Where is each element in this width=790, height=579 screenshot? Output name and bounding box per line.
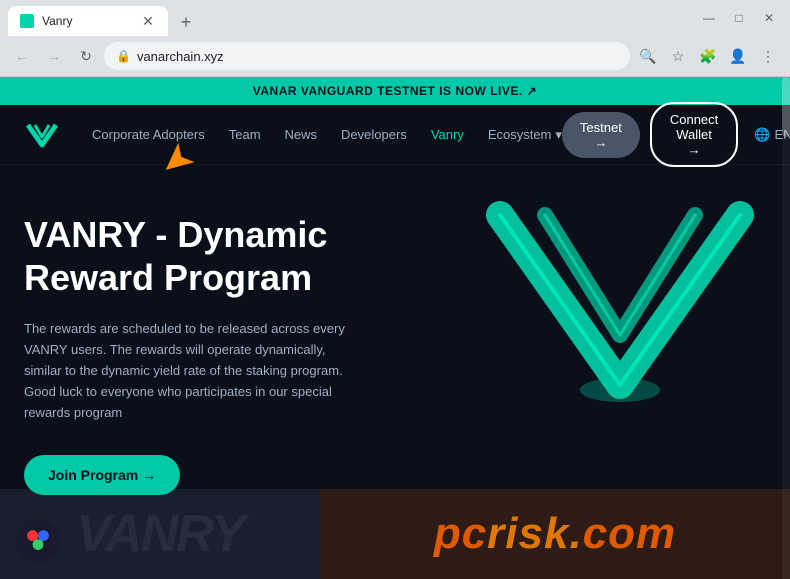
toolbar-icons: 🔍 ☆ 🧩 👤 ⋮ [634, 42, 782, 70]
testnet-button[interactable]: Testnet → [562, 112, 640, 158]
address-bar: ← → ↻ 🔒 vanarchain.xyz 🔍 ☆ 🧩 👤 ⋮ [0, 36, 790, 76]
back-button[interactable]: ← [8, 42, 36, 70]
tab-close-button[interactable]: ✕ [140, 13, 156, 29]
connect-wallet-button[interactable]: Connect Wallet → [650, 102, 738, 167]
announcement-ext-link-icon: ↗ [527, 84, 538, 98]
nav-developers[interactable]: Developers [341, 127, 407, 142]
maximize-button[interactable]: □ [726, 5, 752, 31]
nav-vanry[interactable]: Vanry [431, 127, 464, 142]
announcement-text: VANAR VANGUARD TESTNET IS [253, 84, 452, 98]
announcement-banner[interactable]: VANAR VANGUARD TESTNET IS NOW LIVE. ↗ [0, 77, 790, 105]
watermark-vanry-icon [20, 523, 56, 559]
hero-content: VANRY - DynamicReward Program The reward… [24, 213, 364, 495]
url-box[interactable]: 🔒 vanarchain.xyz [104, 42, 630, 70]
hero-graphic [470, 185, 770, 465]
security-lock-icon: 🔒 [116, 49, 131, 63]
hero-section: VANRY - DynamicReward Program The reward… [0, 165, 790, 495]
menu-icon[interactable]: ⋮ [754, 42, 782, 70]
globe-icon: 🌐 [754, 127, 770, 143]
vanry-hero-icon [470, 185, 770, 465]
watermark-left: VANRY [0, 489, 320, 579]
pcrisk-watermark: pcrisk.com [434, 509, 676, 559]
forward-button[interactable]: → [40, 42, 68, 70]
url-text: vanarchain.xyz [137, 49, 224, 64]
announcement-highlight: NOW LIVE. [456, 84, 523, 98]
star-icon[interactable]: ☆ [664, 42, 692, 70]
title-bar: Vanry ✕ + — □ ✕ [0, 0, 790, 36]
nav-actions: Testnet → Connect Wallet → 🌐 EN ▾ [562, 102, 790, 167]
hero-description: The rewards are scheduled to be released… [24, 319, 364, 423]
nav-ecosystem[interactable]: Ecosystem ▾ [488, 127, 562, 143]
new-tab-button[interactable]: + [172, 8, 200, 36]
active-tab[interactable]: Vanry ✕ [8, 6, 168, 36]
tab-title: Vanry [42, 14, 132, 28]
scrollbar[interactable] [782, 77, 790, 579]
vanry-logo-icon [24, 117, 60, 153]
close-button[interactable]: ✕ [756, 5, 782, 31]
arrow-annotation: ➤ [160, 137, 194, 183]
scrollbar-thumb[interactable] [782, 77, 790, 137]
join-program-button[interactable]: Join Program → [24, 455, 180, 495]
tab-strip: Vanry ✕ + [8, 0, 696, 36]
watermark-logo-circle [16, 519, 60, 563]
profile-icon[interactable]: 👤 [724, 42, 752, 70]
watermark-text: VANRY [76, 504, 243, 564]
window-controls: — □ ✕ [696, 5, 782, 31]
nav-team[interactable]: Team [229, 127, 261, 142]
tab-favicon [20, 14, 34, 28]
main-nav: Corporate Adopters Team News Developers … [0, 105, 790, 165]
refresh-button[interactable]: ↻ [72, 42, 100, 70]
extension-icon[interactable]: 🧩 [694, 42, 722, 70]
search-icon[interactable]: 🔍 [634, 42, 662, 70]
website-content: VANAR VANGUARD TESTNET IS NOW LIVE. ↗ Co… [0, 77, 790, 579]
watermark: VANRY pcrisk.com [0, 489, 790, 579]
browser-chrome: Vanry ✕ + — □ ✕ ← → ↻ 🔒 vanarchain.xyz 🔍… [0, 0, 790, 77]
watermark-right: pcrisk.com [320, 489, 790, 579]
nav-logo[interactable] [24, 117, 60, 153]
hero-title: VANRY - DynamicReward Program [24, 213, 364, 299]
nav-news[interactable]: News [285, 127, 318, 142]
minimize-button[interactable]: — [696, 5, 722, 31]
